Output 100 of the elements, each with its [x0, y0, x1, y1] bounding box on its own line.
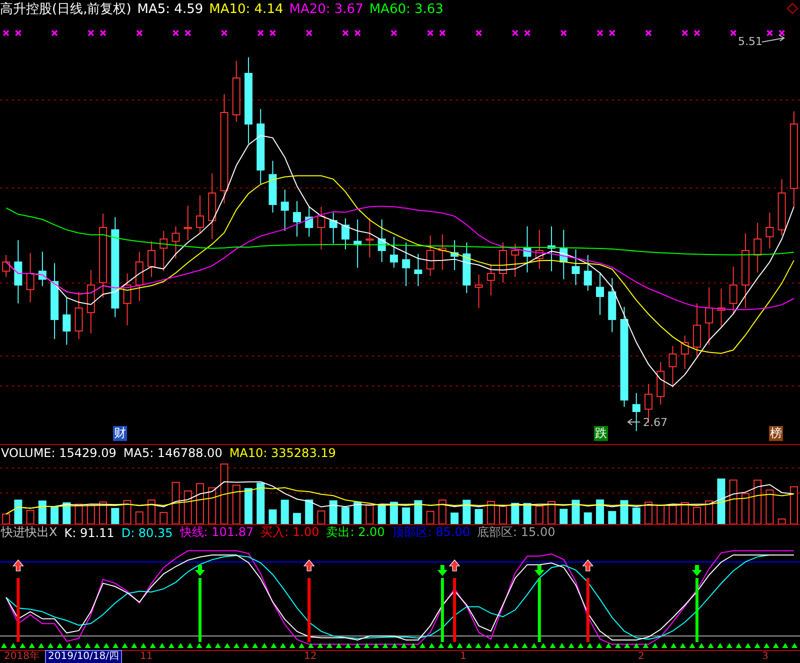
candlestick: [754, 222, 762, 273]
up-arrow-icon: [582, 560, 594, 572]
candlestick: [366, 218, 374, 258]
sell-signal-bar: [538, 578, 541, 642]
indicator-legend-label: VOLUME: 15429.09: [1, 446, 116, 460]
candlestick: [390, 236, 398, 268]
candlestick: [62, 297, 71, 346]
down-arrow-icon: [692, 565, 702, 576]
buy-signal-bar: [453, 578, 456, 642]
date-label: 2019/10/18/四: [46, 651, 122, 663]
arrow-icon: [627, 418, 640, 426]
candlestick: [160, 230, 168, 272]
buy-signal-bar: [308, 578, 311, 642]
candlestick: [305, 206, 314, 238]
candlestick: [208, 172, 216, 240]
candlestick: [572, 248, 580, 286]
candlestick: [486, 264, 495, 296]
candlestick: [172, 226, 180, 260]
indicator-legend-label: 买入: 1.00: [260, 524, 320, 541]
indicator-legend-label: K: 91.11: [64, 526, 114, 540]
price-label: 2.67: [643, 416, 668, 429]
up-arrow-icon: [12, 560, 24, 572]
date-label: 1: [459, 651, 468, 663]
candlestick: [184, 205, 192, 241]
candlestick: [608, 278, 616, 333]
candlestick: [499, 242, 508, 284]
ma-legend-label: MA60: 3.63: [369, 2, 444, 16]
indicator-legend-label: MA5: 146788.00: [123, 446, 222, 460]
ma-legend-label: MA10: 4.14: [209, 2, 284, 16]
date-label: 3: [761, 651, 770, 663]
candlestick: [656, 362, 665, 406]
candlestick: [135, 251, 144, 302]
candlestick: [378, 218, 386, 262]
event-badge[interactable]: 跌: [594, 426, 608, 441]
buy-signal-bar: [16, 578, 20, 642]
date-label: 12: [303, 651, 318, 663]
candlestick: [329, 212, 338, 244]
candlestick: [560, 229, 568, 280]
candlestick: [268, 160, 277, 214]
candlestick: [584, 254, 592, 292]
candlestick: [402, 242, 410, 287]
indicator-legend-label: 底部区: 15.00: [477, 524, 556, 541]
candlestick: [354, 218, 362, 268]
ma-legend-label: MA20: 3.67: [289, 2, 364, 16]
indicator-legend-label: 卖出: 2.00: [326, 524, 385, 541]
candlestick: [511, 243, 520, 278]
candlestick: [74, 291, 83, 340]
date-label: 2: [637, 651, 646, 663]
candlestick: [450, 240, 459, 271]
up-arrow-icon: [448, 560, 460, 572]
chart-title: 高升控股(日线,前复权): [0, 1, 132, 18]
candlestick: [196, 194, 204, 234]
candlestick: [632, 392, 640, 432]
event-badge[interactable]: 财: [113, 426, 127, 441]
down-arrow-icon: [195, 565, 205, 576]
down-arrow-icon: [534, 565, 544, 576]
sell-signal-bar: [695, 578, 698, 642]
candlestick: [148, 240, 156, 278]
indicator-legend-label: 快进快出X: [1, 524, 58, 541]
date-label: 2018年: [3, 651, 40, 663]
candlestick: [535, 229, 544, 270]
candlestick: [717, 288, 726, 327]
candlestick: [548, 226, 556, 272]
candlestick: [596, 272, 604, 316]
candlestick: [341, 218, 350, 250]
candlestick: [523, 226, 532, 273]
date-label: 11: [139, 651, 154, 663]
candlestick: [280, 189, 289, 232]
candlestick: [705, 286, 714, 346]
indicator-legend-label: 顶部区: 85.00: [392, 524, 470, 541]
ma-legend-label: MA5: 4.59: [137, 2, 204, 16]
indicator-legend-label: D: 80.35: [121, 526, 173, 540]
candlestick: [38, 251, 46, 287]
candlestick: [123, 273, 132, 326]
candlestick: [778, 178, 786, 236]
arrow-icon: [762, 34, 785, 42]
buy-signal-bar: [586, 578, 590, 642]
indicator-legend-label: MA10: 335283.19: [229, 446, 336, 460]
candlestick: [14, 240, 22, 304]
candlestick: [414, 253, 422, 287]
candlestick: [86, 270, 95, 334]
candlestick: [317, 206, 326, 250]
candlestick: [232, 60, 240, 122]
diamond-icon: [787, 3, 798, 14]
candlestick: [668, 345, 677, 388]
candlestick: [426, 235, 434, 276]
price-label: 5.51: [738, 35, 762, 48]
candlestick: [438, 234, 446, 271]
down-arrow-icon: [437, 565, 448, 576]
candlestick: [729, 266, 738, 314]
candlestick: [680, 335, 689, 370]
event-badge[interactable]: 榜: [769, 426, 783, 441]
candlestick: [26, 252, 34, 303]
up-arrow-icon: [303, 560, 315, 572]
candlestick: [474, 274, 483, 308]
candlestick: [292, 200, 301, 238]
candlestick: [462, 242, 471, 294]
candlestick: [692, 302, 701, 357]
candlestick: [766, 212, 774, 249]
indicator-legend-label: 快线: 101.87: [180, 524, 254, 541]
